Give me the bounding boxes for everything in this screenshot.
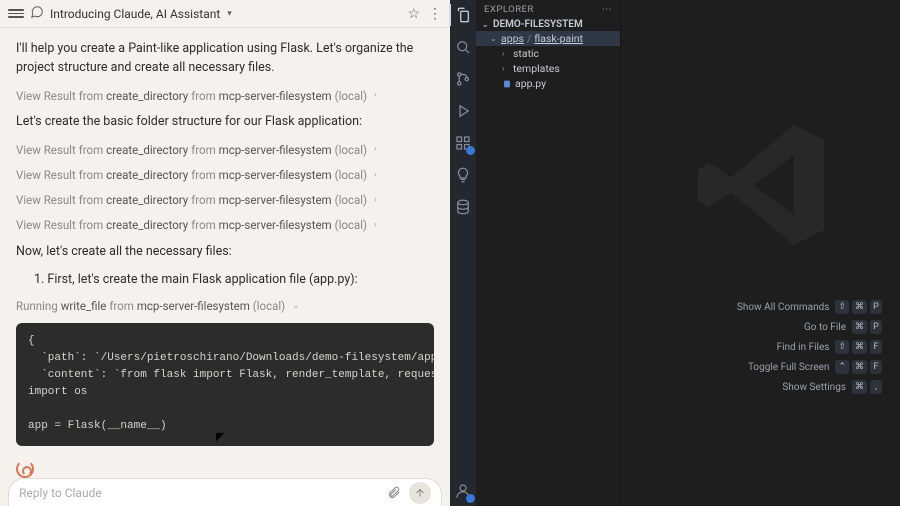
reply-placeholder: Reply to Claude [19,486,102,500]
chat-header: Introducing Claude, AI Assistant ▾ ☆ ⋮ [0,0,450,28]
more-icon[interactable]: ⋯ [602,4,612,15]
chevron-right-icon: › [502,64,510,73]
run-debug-icon[interactable] [454,102,472,120]
workspace-root[interactable]: ⌄ DEMO-FILESYSTEM [476,18,620,31]
chevron-down-icon: ⌄ [292,300,300,314]
key-shift: ⇧ [835,300,849,314]
chevron-down-icon: ⌄ [490,34,498,43]
chat-title[interactable]: Introducing Claude, AI Assistant ▾ [50,7,232,21]
assistant-text: I'll help you create a Paint-like applic… [16,40,434,78]
cmd-find-files: Find in Files ⇧ ⌘ F [737,340,882,354]
badge-icon [466,494,475,503]
chevron-right-icon: › [502,49,510,58]
tree-folder-templates[interactable]: › templates [476,61,620,76]
more-icon[interactable]: ⋮ [428,6,442,22]
tool-result-line[interactable]: View Resultfrom create_directoryfrom mcp… [16,167,434,184]
source-control-icon[interactable] [454,70,472,88]
editor-area: Show All Commands ⇧ ⌘ P Go to File ⌘ P F… [621,0,900,506]
tool-result-line[interactable]: View Resultfrom create_directoryfrom mcp… [16,142,434,159]
cmd-show-settings: Show Settings ⌘ , [737,380,882,394]
attach-icon[interactable] [385,484,403,502]
chat-body: I'll help you create a Paint-like applic… [0,28,450,506]
explorer-title: EXPLORER [484,4,534,15]
chat-title-text: Introducing Claude, AI Assistant [50,7,220,21]
chat-bubble-icon [30,5,44,23]
workspace-root-name: DEMO-FILESYSTEM [493,19,583,30]
tool-result-line[interactable]: View Result from create_directory from m… [16,88,434,105]
activity-bar [450,0,476,506]
send-button[interactable] [409,482,431,504]
tool-result-line[interactable]: View Resultfrom create_directoryfrom mcp… [16,192,434,209]
chevron-right-icon: › [374,89,377,103]
tree-folder-apps[interactable]: ⌄ apps / flask-paint [476,31,620,46]
assistant-text: Let's create the basic folder structure … [16,113,434,132]
key-cmd: ⌘ [852,300,867,314]
reply-input[interactable]: Reply to Claude [8,478,442,506]
command-hints: Show All Commands ⇧ ⌘ P Go to File ⌘ P F… [737,300,882,394]
cmd-toggle-fullscreen: Toggle Full Screen ⌃ ⌘ F [737,360,882,374]
python-file-icon [502,79,512,89]
menu-icon[interactable] [8,6,24,22]
vscode-watermark-icon [686,110,836,263]
database-icon[interactable] [454,198,472,216]
star-icon[interactable]: ☆ [407,6,420,22]
assistant-text: Now, let's create all the necessary file… [16,243,434,262]
extensions-icon[interactable] [454,134,472,152]
vscode-panel: EXPLORER ⋯ ⌄ DEMO-FILESYSTEM ⌄ apps / fl… [450,0,900,506]
chevron-down-icon: ▾ [227,9,232,19]
explorer-header: EXPLORER ⋯ [476,0,620,18]
loading-spinner-icon [16,460,34,478]
badge-icon [466,146,475,155]
tool-running-line[interactable]: Running write_file from mcp-server-files… [16,298,434,315]
tool-result-line[interactable]: View Resultfrom create_directoryfrom mcp… [16,217,434,234]
explorer-icon[interactable] [454,6,472,24]
file-tree: ⌄ apps / flask-paint › static › template… [476,31,620,91]
tree-file-app-py[interactable]: app.py [476,76,620,91]
key-p: P [870,300,882,314]
cmd-goto-file: Go to File ⌘ P [737,320,882,334]
chevron-down-icon: ⌄ [482,20,490,29]
cmd-show-all: Show All Commands ⇧ ⌘ P [737,300,882,314]
tree-folder-static[interactable]: › static [476,46,620,61]
claude-panel: Introducing Claude, AI Assistant ▾ ☆ ⋮ I… [0,0,450,506]
search-activity-icon[interactable] [454,38,472,56]
accounts-icon[interactable] [454,482,472,500]
code-block[interactable]: { `path`: `/Users/pietroschirano/Downloa… [16,323,434,445]
explorer-sidebar: EXPLORER ⋯ ⌄ DEMO-FILESYSTEM ⌄ apps / fl… [476,0,621,506]
lightbulb-icon[interactable] [454,166,472,184]
assistant-step: 1. First, let's create the main Flask ap… [34,271,434,290]
